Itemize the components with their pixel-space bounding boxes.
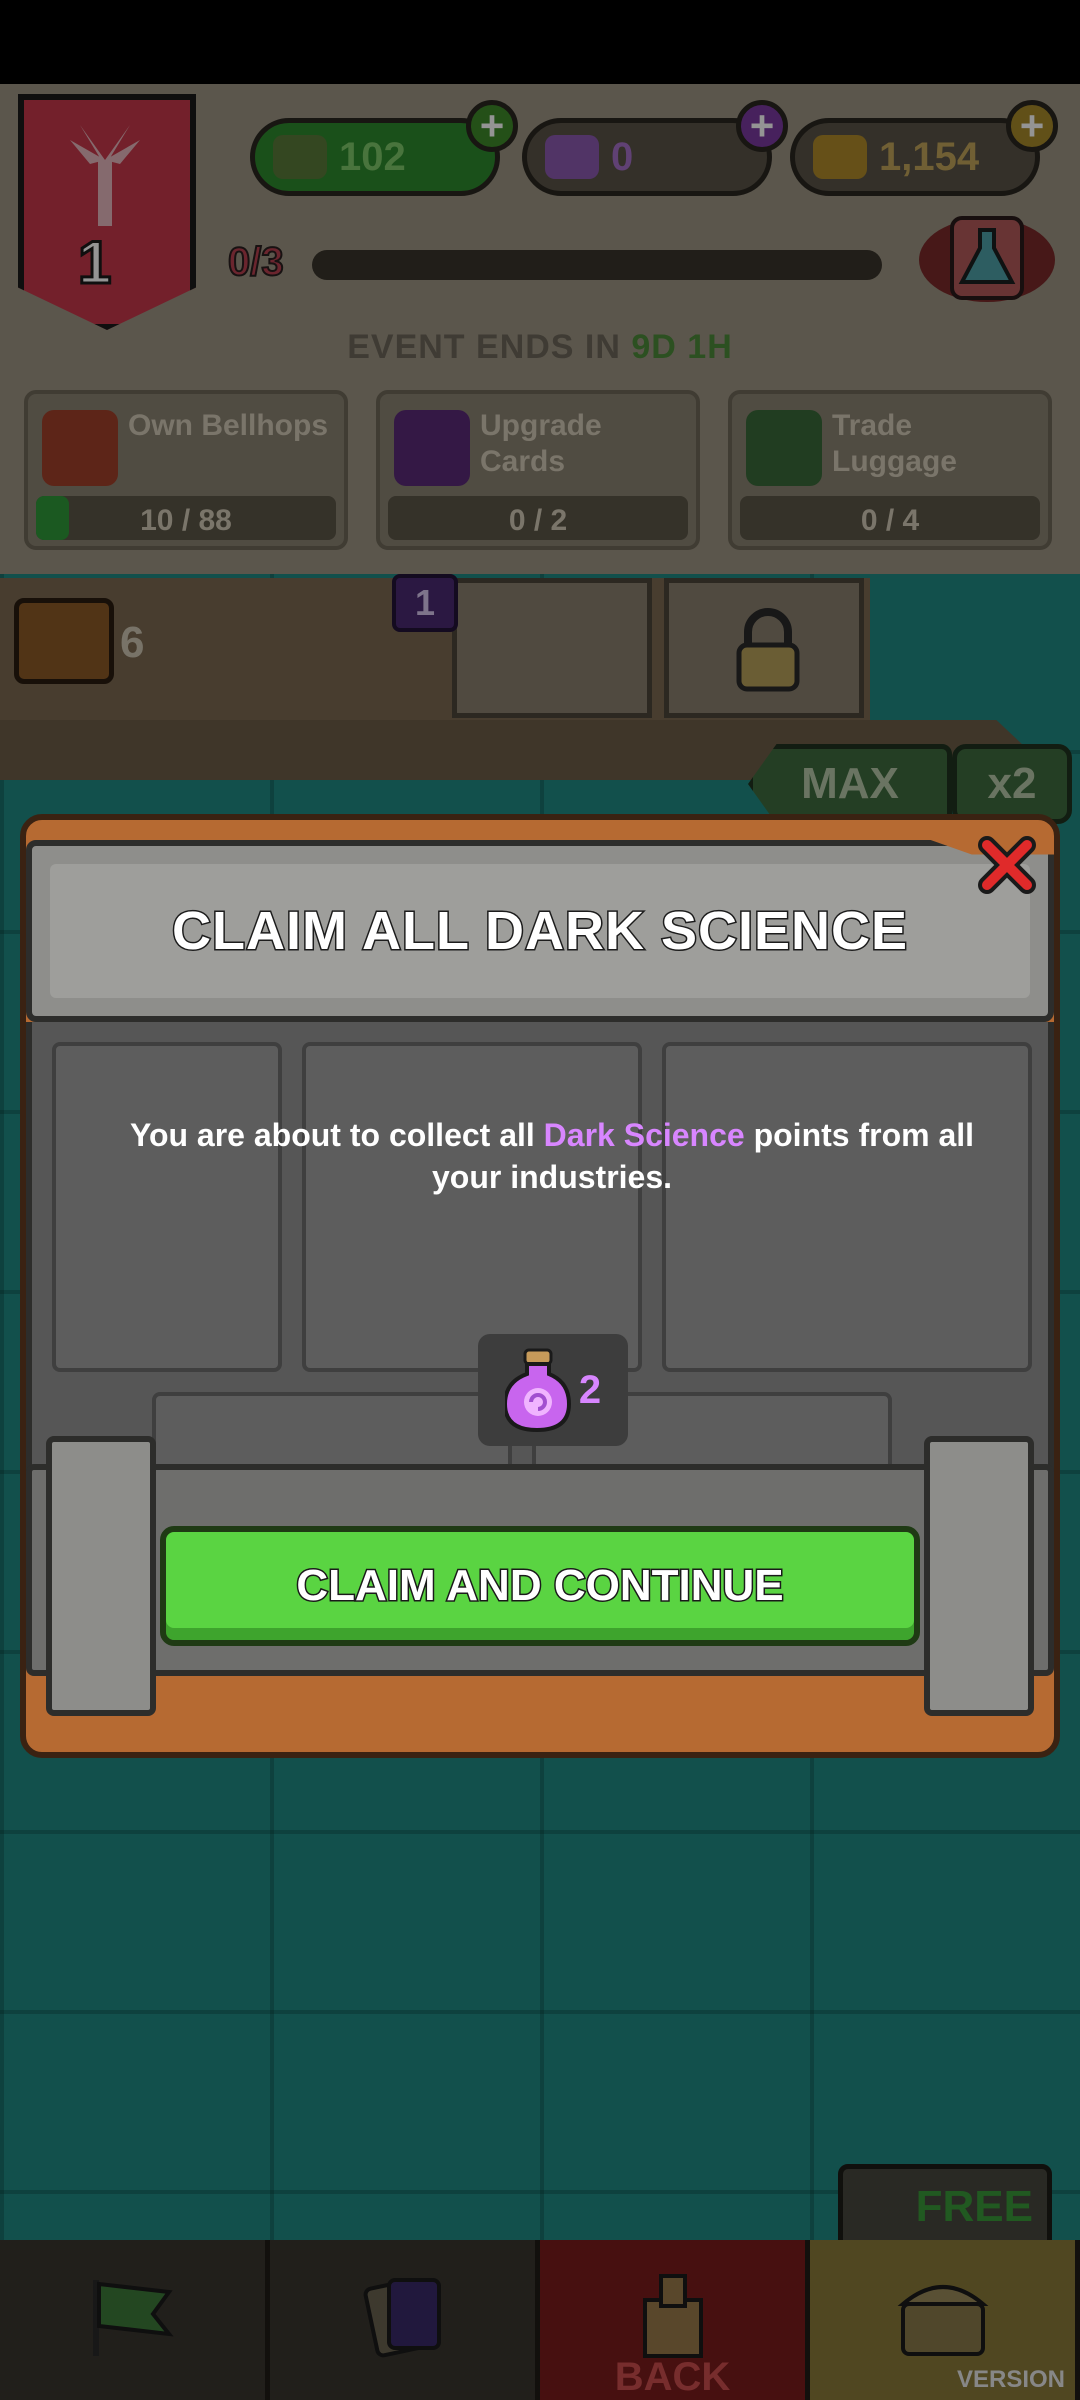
reward-amount: 2 <box>578 1367 602 1412</box>
claim-dark-science-dialog: CLAIM ALL DARK SCIENCE You are about to … <box>20 814 1060 1758</box>
dialog-title: CLAIM ALL DARK SCIENCE <box>171 900 909 963</box>
close-icon <box>978 836 1036 894</box>
metal-plate <box>52 1042 282 1372</box>
dark-science-potion-icon <box>504 1348 571 1432</box>
metal-plate <box>662 1042 1032 1372</box>
dialog-description: You are about to collect all Dark Scienc… <box>92 1114 1012 1198</box>
metal-plate <box>302 1042 642 1372</box>
right-bracket <box>924 1436 1034 1716</box>
description-text: You are about to collect all <box>129 1117 544 1153</box>
left-bracket <box>46 1436 156 1716</box>
claim-button-label: CLAIM AND CONTINUE <box>295 1560 785 1612</box>
claim-and-continue-button[interactable]: CLAIM AND CONTINUE <box>160 1526 920 1646</box>
close-button[interactable] <box>970 828 1044 902</box>
description-highlight: Dark Science <box>543 1117 745 1153</box>
reward-box: 2 <box>478 1334 628 1446</box>
